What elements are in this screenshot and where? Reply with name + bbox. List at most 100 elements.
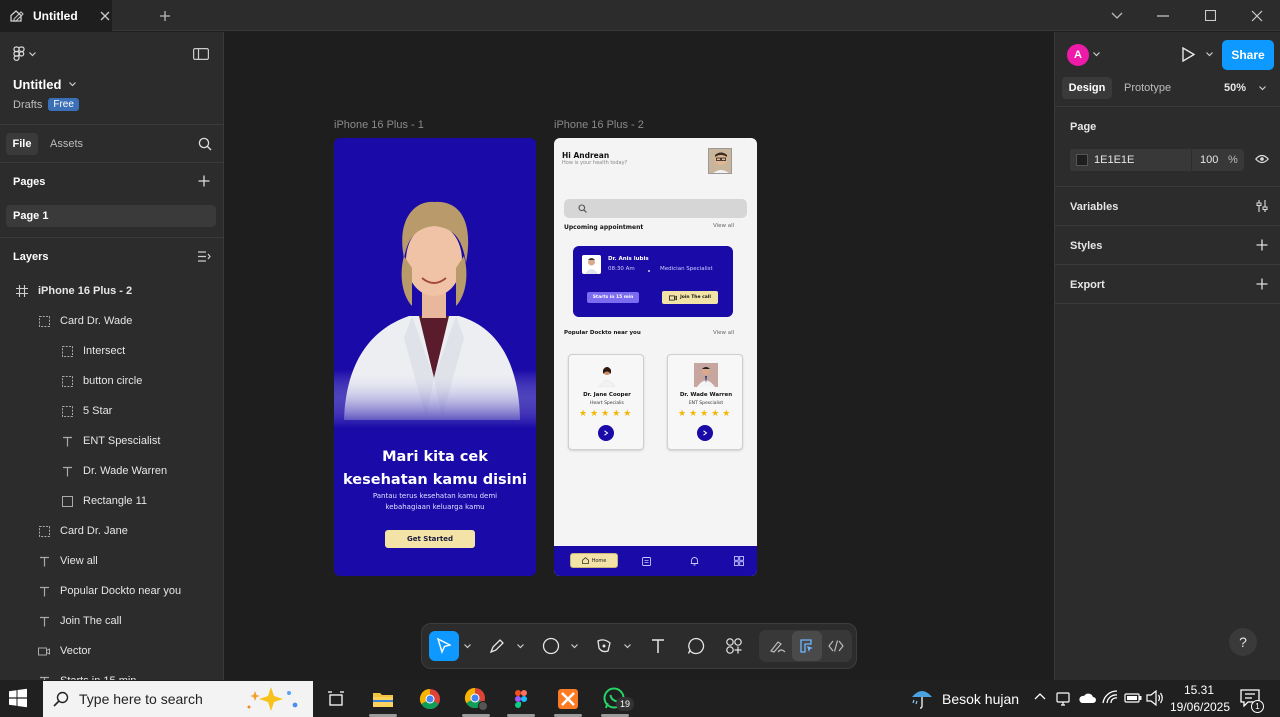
variables-section[interactable]: Variables [1055,187,1280,226]
add-export-icon[interactable] [1256,278,1268,290]
components-tool-icon[interactable] [719,631,749,661]
text-icon [38,555,50,567]
page-opacity[interactable]: 100 [1200,154,1218,166]
layer-row[interactable]: Vector [38,636,91,666]
text-icon [38,615,50,627]
page-color-field[interactable]: 1E1E1E 100 % [1070,149,1244,171]
view-all-link[interactable]: View all [713,223,734,229]
styles-section[interactable]: Styles [1055,226,1280,265]
help-button[interactable]: ? [1229,628,1257,656]
nav-home-label: Home [591,557,607,564]
minimize-icon[interactable] [1150,0,1176,31]
maximize-icon[interactable] [1197,0,1223,31]
add-page-icon[interactable] [198,175,210,187]
file-explorer-icon[interactable] [367,683,399,715]
main-menu-button[interactable] [13,46,36,62]
close-icon[interactable] [100,11,110,21]
tab-file[interactable]: File [6,133,38,155]
grid-icon[interactable] [734,556,744,566]
wifi-icon[interactable] [1102,690,1118,704]
chrome-icon[interactable] [414,683,446,715]
home-icon[interactable] [0,0,32,31]
chevron-down-icon[interactable] [464,644,471,649]
layer-row[interactable]: Popular Dockto near you [38,576,181,606]
chrome-profile-icon[interactable] [460,683,492,715]
pen-tool-icon[interactable] [482,631,512,661]
frame-iphone-1[interactable]: Mari kita cek kesehatan kamu disini Pant… [334,138,536,576]
color-swatch[interactable] [1076,154,1088,166]
card-arrow-button[interactable] [697,425,713,441]
frame1-label[interactable]: iPhone 16 Plus - 1 [334,119,424,131]
search-bar[interactable] [564,199,747,218]
layer-row[interactable]: Join The call [38,606,122,636]
layer-name: iPhone 16 Plus - 2 [38,285,133,297]
chevron-up-icon[interactable] [1034,692,1046,700]
card-arrow-button[interactable] [598,425,614,441]
get-started-button[interactable]: Get Started [385,530,475,548]
weather-label[interactable]: Besok hujan [942,691,1019,707]
layer-row[interactable]: ENT Spescialist [61,426,160,456]
ellipse-tool-icon[interactable] [536,631,566,661]
chevron-down-icon[interactable] [1104,0,1130,31]
draw-mode-icon[interactable] [763,631,793,661]
meet-now-icon[interactable] [1056,690,1070,706]
comment-tool-icon[interactable] [681,631,711,661]
battery-icon[interactable] [1124,692,1142,704]
add-style-icon[interactable] [1256,239,1268,251]
join-call-button[interactable]: Join The call [662,291,718,304]
doctor-card-wade[interactable]: Dr. Wade Warren ENT Spescialist ★★★★★ [667,354,743,450]
collapse-layers-icon[interactable] [198,251,211,262]
search-icon[interactable] [198,137,212,151]
variables-settings-icon[interactable] [1256,200,1268,212]
drafts-label[interactable]: Drafts [13,99,42,111]
layer-row[interactable]: Dr. Wade Warren [61,456,167,486]
avatar[interactable] [708,148,732,174]
chevron-down-icon[interactable] [624,644,631,649]
layer-row[interactable]: Intersect [61,336,125,366]
layer-name: Intersect [83,345,126,357]
page-item-1[interactable]: Page 1 [6,205,216,227]
vector-tool-icon[interactable] [589,631,619,661]
window-close-icon[interactable] [1244,0,1270,31]
volume-icon[interactable] [1146,690,1164,706]
frame2-label[interactable]: iPhone 16 Plus - 2 [554,119,644,131]
chevron-down-icon[interactable] [517,644,524,649]
layer-row[interactable]: Rectangle 11 [61,486,147,516]
layer-row[interactable]: iPhone 16 Plus - 2 [16,276,132,306]
appointment-card[interactable]: Dr. Anis lubis 08:30 Am Medician Special… [573,246,733,317]
layer-row[interactable]: Card Dr. Wade [38,306,132,336]
layer-row[interactable]: 5 Star [61,396,112,426]
text-tool-icon[interactable] [643,631,673,661]
taskbar-search-box[interactable]: Type here to search [43,681,313,717]
clock-date[interactable]: 19/06/2025 [1168,700,1232,714]
task-view-icon[interactable] [320,683,352,715]
view-all-link[interactable]: View all [713,330,734,336]
layer-row[interactable]: View all [38,546,98,576]
weather-umbrella-icon[interactable] [910,686,934,710]
nav-home-button[interactable]: Home [570,553,618,568]
xampp-icon[interactable] [552,683,584,715]
file-title-button[interactable]: Untitled [13,77,77,92]
toggle-sidebar-icon[interactable] [193,48,209,60]
onedrive-icon[interactable] [1078,692,1096,704]
eye-icon[interactable] [1255,154,1269,164]
bell-icon[interactable] [690,556,699,566]
clock-time[interactable]: 15.31 [1172,683,1226,697]
doctor-card-jane[interactable]: Dr. Jane Cooper Heart Specialis ★★★★★ [568,354,644,450]
layers-header: Layers [13,251,49,263]
layer-row[interactable]: button circle [61,366,142,396]
move-tool-icon[interactable] [429,631,459,661]
frame-iphone-2[interactable]: Hi Andrean How is your health today? Upc… [554,138,757,576]
plus-icon[interactable] [154,0,176,31]
layer-row[interactable]: Starts in 15 min [38,666,136,680]
windows-start-icon[interactable] [8,688,28,708]
tab-assets[interactable]: Assets [50,138,83,150]
layer-row[interactable]: Card Dr. Jane [38,516,128,546]
chevron-down-icon[interactable] [571,644,578,649]
clipboard-icon[interactable] [642,556,651,566]
figma-app-icon[interactable] [505,683,537,715]
page-color-hex[interactable]: 1E1E1E [1094,154,1134,166]
export-section[interactable]: Export [1055,265,1280,304]
design-mode-icon[interactable] [792,631,822,661]
dev-mode-icon[interactable] [821,631,851,661]
